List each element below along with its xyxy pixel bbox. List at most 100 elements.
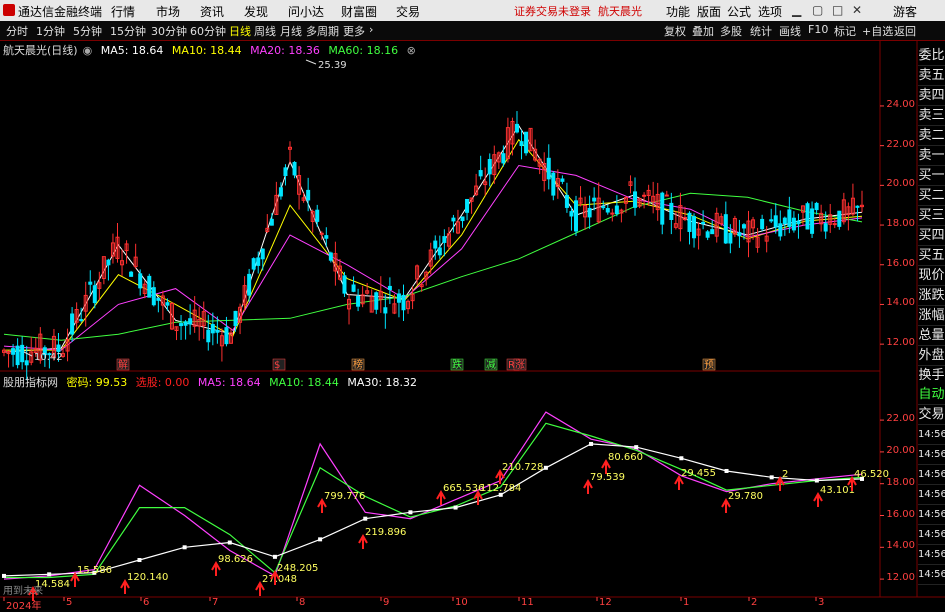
x-axis-label: 9	[383, 597, 390, 608]
legend-sub-ma30: MA30: 18.32	[347, 376, 418, 389]
quote-item[interactable]: 卖五	[918, 66, 945, 86]
quote-item[interactable]: 卖一	[918, 146, 945, 166]
candle-body	[224, 327, 229, 345]
legend-password: 密码: 99.53	[66, 376, 128, 389]
trade-item[interactable]: 自动	[918, 385, 945, 405]
settings-icon[interactable]: ◉	[83, 44, 93, 57]
quote-item[interactable]: 卖三	[918, 106, 945, 126]
x-axis-label: 12	[599, 597, 612, 608]
main-y-label: 12.00	[886, 337, 915, 349]
candle-body	[88, 281, 93, 285]
quote-item[interactable]: 外盘	[918, 346, 945, 366]
candle-body	[24, 360, 29, 366]
candle-body	[215, 329, 220, 333]
quote-item[interactable]: 买三	[918, 206, 945, 226]
candle-body	[692, 216, 697, 239]
candle-body	[15, 345, 20, 366]
candle-body	[760, 218, 765, 230]
candle-body	[460, 216, 465, 222]
close-icon[interactable]: ⊗	[407, 44, 416, 57]
candle-body	[782, 217, 787, 224]
event-tag: 减	[486, 359, 496, 371]
candle-body	[832, 223, 837, 226]
candle-body	[183, 321, 188, 326]
candle-body	[737, 232, 742, 237]
candle-body	[633, 191, 638, 208]
candle-body	[374, 292, 379, 310]
candle-body	[278, 187, 283, 197]
quote-item[interactable]: 总量	[918, 326, 945, 346]
candle-body	[487, 159, 492, 175]
quote-item[interactable]: 卖二	[918, 126, 945, 146]
trade-item[interactable]: 交易	[918, 405, 945, 425]
candle-body	[728, 232, 733, 244]
signal-label: 98.626	[218, 554, 253, 565]
candle-body	[564, 194, 569, 208]
legend-sub-ma10: MA10: 18.44	[269, 376, 339, 389]
candle-body	[437, 247, 442, 256]
chart-canvas[interactable]: 25.3910.42解 $ 榜跌减 R 涨预14.58415.586120.14098.…	[0, 0, 945, 609]
candle-body	[610, 212, 615, 215]
legend-ma5: MA5: 18.64	[100, 44, 164, 57]
candle-body	[396, 293, 401, 303]
event-tag: $	[274, 360, 280, 371]
candle-body	[814, 202, 819, 211]
quote-item[interactable]: 卖四	[918, 86, 945, 106]
candle-body	[324, 235, 329, 239]
footer-hint: 用到未来	[3, 586, 43, 597]
x-axis-label: 2	[751, 597, 758, 608]
quote-item[interactable]: 现价	[918, 266, 945, 286]
quote-item[interactable]: 委比	[918, 46, 945, 66]
event-tag: 解	[118, 358, 128, 371]
legend-ma20: MA20: 18.36	[250, 44, 320, 57]
quote-item[interactable]: 换手	[918, 366, 945, 386]
main-y-label: 20.00	[886, 178, 915, 190]
candle-body	[478, 170, 483, 177]
sub-y-label: 16.00	[886, 508, 915, 520]
signal-label: 248.205	[277, 563, 318, 574]
candle-body	[601, 206, 606, 209]
candle-body	[129, 271, 134, 277]
candle-body	[451, 217, 456, 222]
high-price-label: 25.39	[318, 60, 347, 71]
candle-body	[823, 223, 828, 232]
quote-item[interactable]: 涨跌	[918, 286, 945, 306]
candle-body	[805, 203, 810, 230]
main-y-label: 14.00	[886, 297, 915, 309]
candle-body	[269, 218, 274, 226]
candle-body	[546, 157, 551, 180]
candle-body	[442, 236, 447, 243]
quote-item[interactable]: 涨幅	[918, 306, 945, 326]
candle-body	[787, 209, 792, 227]
candle-body	[587, 207, 592, 218]
quote-item[interactable]: 买五	[918, 246, 945, 266]
main-y-label: 16.00	[886, 257, 915, 269]
candle-body	[855, 205, 860, 208]
sub-y-label: 22.00	[886, 413, 915, 425]
candle-body	[524, 131, 529, 154]
quote-item[interactable]: 买一	[918, 166, 945, 186]
sub-y-label: 18.00	[886, 476, 915, 488]
candle-body	[723, 214, 728, 244]
candle-body	[465, 198, 470, 213]
candle-body	[260, 248, 265, 260]
trade-time: 14:56	[918, 425, 945, 445]
legend-ma60: MA60: 18.16	[328, 44, 399, 57]
candle-body	[56, 344, 61, 352]
quote-item[interactable]: 买四	[918, 226, 945, 246]
event-tag: 榜	[353, 358, 363, 371]
quote-item[interactable]: 买二	[918, 186, 945, 206]
event-tag: 预	[704, 359, 714, 371]
x-axis-label: 6	[143, 597, 150, 608]
candle-body	[642, 194, 647, 197]
candle-body	[810, 208, 815, 234]
x-axis-label: 8	[299, 597, 306, 608]
candle-body	[356, 295, 361, 307]
candle-body	[292, 161, 297, 176]
candle-body	[383, 307, 388, 314]
candle-body	[741, 224, 746, 229]
trade-time: 14:56	[918, 465, 945, 485]
candle-body	[592, 197, 597, 202]
candle-body	[138, 273, 143, 289]
sub-y-label: 20.00	[886, 444, 915, 456]
